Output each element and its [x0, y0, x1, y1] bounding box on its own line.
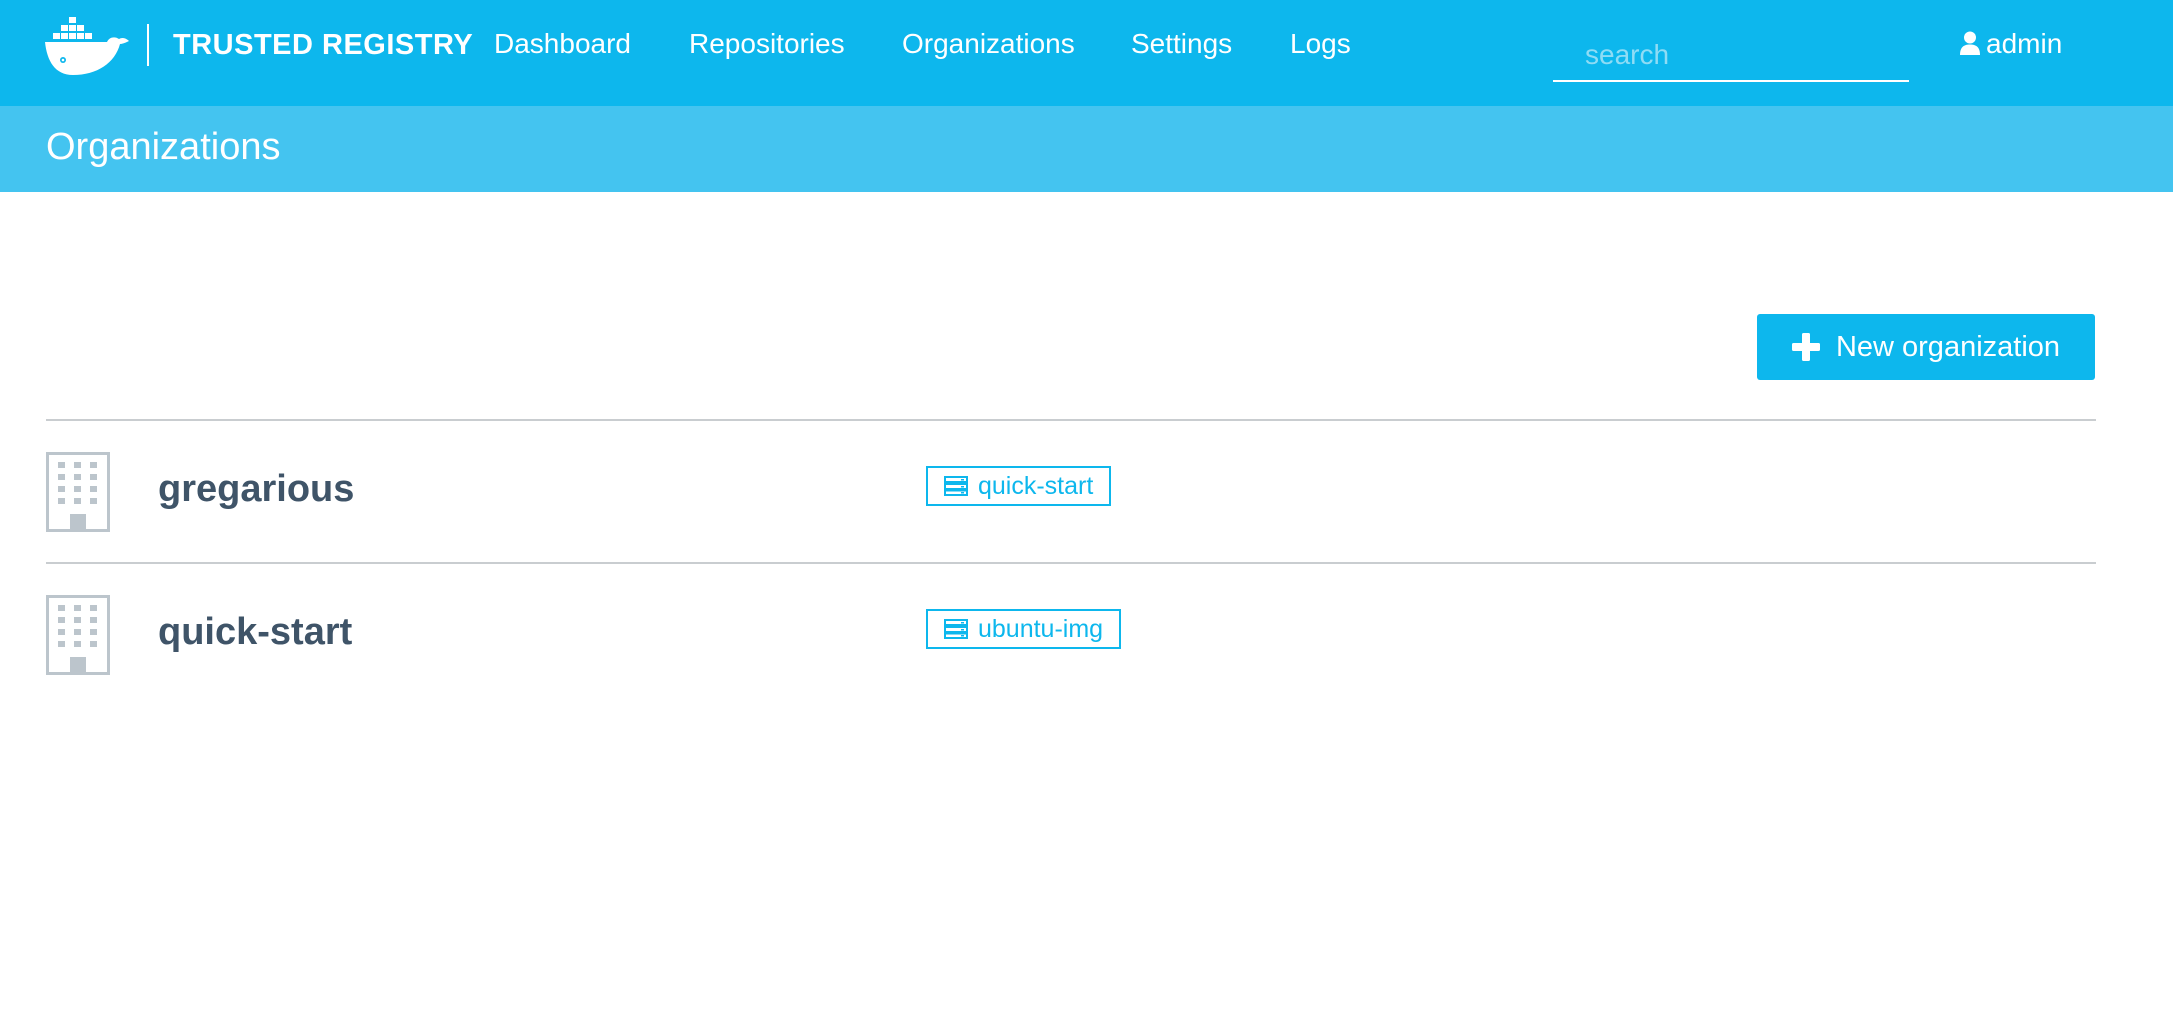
- building-icon: [46, 452, 110, 532]
- user-icon: [1960, 31, 1980, 55]
- user-name: admin: [1986, 28, 2063, 59]
- organization-name[interactable]: quick-start: [158, 611, 352, 654]
- plus-icon: [1791, 333, 1820, 361]
- page-header: Organizations: [0, 106, 2173, 192]
- nav-organizations[interactable]: Organizations: [902, 28, 1075, 60]
- new-organization-button[interactable]: New organization: [1757, 314, 2095, 380]
- server-icon: [944, 476, 968, 496]
- list-divider: [46, 419, 2096, 421]
- repository-tag-label: quick-start: [978, 471, 1094, 500]
- server-icon: [944, 619, 968, 639]
- new-organization-label: New organization: [1835, 330, 2061, 363]
- user-menu[interactable]: admin: [1960, 28, 2062, 60]
- nav-settings[interactable]: Settings: [1131, 28, 1232, 60]
- organization-row: gregarious quick-start: [46, 430, 2096, 570]
- repository-tag[interactable]: quick-start: [926, 466, 1112, 506]
- repository-tag[interactable]: ubuntu-img: [926, 609, 1122, 649]
- nav-logs[interactable]: Logs: [1290, 28, 1351, 60]
- organization-name[interactable]: gregarious: [158, 468, 354, 511]
- brand-title[interactable]: TRUSTED REGISTRY: [173, 29, 473, 62]
- organization-row: quick-start ubuntu-img: [46, 573, 2096, 713]
- page-title: Organizations: [46, 126, 281, 168]
- logo-divider: [147, 24, 149, 66]
- search-input[interactable]: [1553, 24, 1909, 80]
- search-box: [1553, 24, 1909, 82]
- repository-tag-label: ubuntu-img: [978, 614, 1104, 643]
- top-navbar: TRUSTED REGISTRY Dashboard Repositories …: [0, 0, 2173, 106]
- list-divider: [46, 562, 2096, 564]
- docker-whale-logo-icon[interactable]: [45, 17, 129, 77]
- nav-dashboard[interactable]: Dashboard: [494, 28, 631, 60]
- building-icon: [46, 595, 110, 675]
- nav-repositories[interactable]: Repositories: [689, 28, 845, 60]
